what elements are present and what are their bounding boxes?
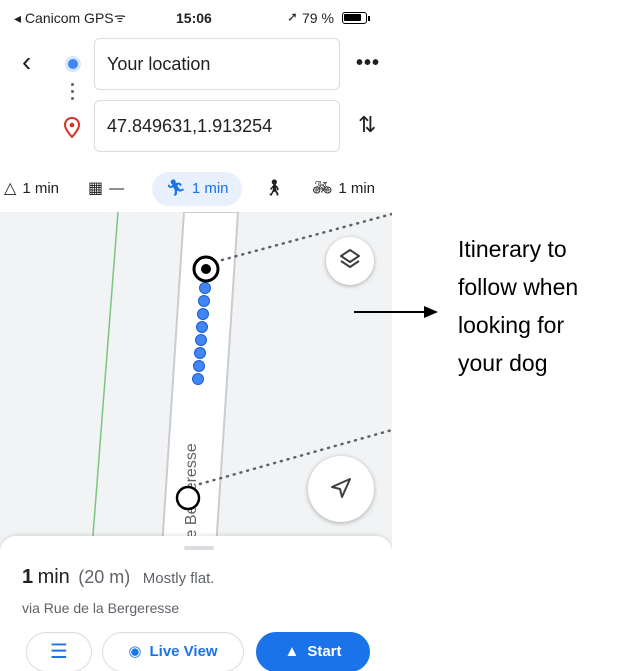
annotation-text: Itinerary to follow when looking for you… bbox=[458, 230, 618, 382]
mode-tab-ride[interactable]: 🚶︎ bbox=[264, 172, 290, 206]
annotation-line: your dog bbox=[458, 350, 548, 376]
recenter-button[interactable] bbox=[308, 456, 374, 522]
mode-tab-walk[interactable]: 🏃︎ 1 min bbox=[152, 172, 242, 206]
start-button[interactable]: ▲ Start bbox=[256, 632, 370, 671]
destination-input[interactable]: 47.849631,1.913254 bbox=[94, 100, 340, 152]
wifi-icon: ᯤ bbox=[114, 10, 126, 25]
park-edge-line bbox=[91, 212, 119, 548]
battery-percent: 79 % bbox=[302, 10, 334, 26]
layers-icon bbox=[340, 249, 360, 268]
live-view-button[interactable]: ◉ Live View bbox=[102, 632, 244, 671]
route-summary-sheet[interactable]: 1 min (20 m) Mostly flat. via Rue de la … bbox=[0, 536, 392, 671]
phone-screen: ◂ Canicom GPS ᯤ 15:06 ➚ 79 % ‹ Your loca… bbox=[0, 0, 392, 671]
distance: (20 m) bbox=[78, 567, 131, 587]
via-street: via Rue de la Bergeresse bbox=[22, 600, 180, 616]
annotation-arrow bbox=[354, 306, 438, 318]
location-arrow-icon: ➚ bbox=[287, 9, 298, 24]
destination-pin-icon bbox=[63, 116, 81, 144]
origin-marker bbox=[175, 485, 201, 511]
layers-button[interactable] bbox=[326, 237, 374, 285]
mode-tab-transit[interactable]: ▦ — bbox=[88, 172, 124, 206]
mode-bike-label: 1 min bbox=[338, 180, 375, 197]
route-connector bbox=[71, 83, 75, 105]
list-icon: ☰ bbox=[50, 641, 68, 663]
navigation-arrow-icon bbox=[331, 478, 351, 498]
route-summary: 1 min (20 m) Mostly flat. bbox=[22, 566, 214, 589]
ride-icon: 🚶︎ bbox=[264, 180, 285, 197]
status-bar: ◂ Canicom GPS ᯤ 15:06 ➚ 79 % bbox=[0, 0, 392, 32]
battery-icon bbox=[342, 12, 367, 24]
car-icon: △ bbox=[4, 180, 17, 197]
travel-mode-tabs: △ 1 min ▦ — 🏃︎ 1 min 🚶︎ 🚲︎ 1 min bbox=[0, 172, 392, 208]
mode-tab-bike[interactable]: 🚲︎ 1 min bbox=[312, 172, 375, 206]
mode-transit-label: — bbox=[109, 180, 125, 197]
annotation-line: Itinerary to bbox=[458, 236, 567, 262]
swap-icon[interactable]: ⇅ bbox=[358, 112, 376, 138]
clock: 15:06 bbox=[176, 10, 212, 26]
back-icon[interactable]: ‹ bbox=[22, 48, 31, 76]
sheet-drag-handle[interactable] bbox=[184, 546, 214, 550]
origin-dot-icon bbox=[68, 59, 78, 69]
transit-icon: ▦ bbox=[88, 180, 104, 197]
walk-icon: 🏃︎ bbox=[165, 180, 186, 197]
battery-tip bbox=[368, 16, 370, 21]
mode-tab-car[interactable]: △ 1 min bbox=[4, 172, 59, 206]
mode-car-label: 1 min bbox=[22, 180, 59, 197]
more-options-icon[interactable]: ••• bbox=[356, 52, 380, 75]
navigation-icon: ▲ bbox=[284, 643, 300, 660]
duration-value: 1 bbox=[22, 566, 34, 588]
mode-walk-label: 1 min bbox=[191, 180, 229, 197]
bike-icon: 🚲︎ bbox=[312, 180, 333, 197]
steps-button[interactable]: ☰ bbox=[26, 632, 92, 671]
live-view-label: Live View bbox=[149, 643, 218, 660]
terrain-note: Mostly flat. bbox=[142, 570, 215, 587]
duration-unit: min bbox=[37, 566, 70, 588]
origin-input[interactable]: Your location bbox=[94, 38, 340, 90]
live-view-icon: ◉ bbox=[128, 643, 142, 660]
start-label: Start bbox=[307, 643, 342, 660]
annotation-line: looking for bbox=[458, 312, 565, 338]
carrier-label: ◂ Canicom GPS bbox=[14, 10, 114, 26]
annotation-line: follow when bbox=[458, 274, 579, 300]
